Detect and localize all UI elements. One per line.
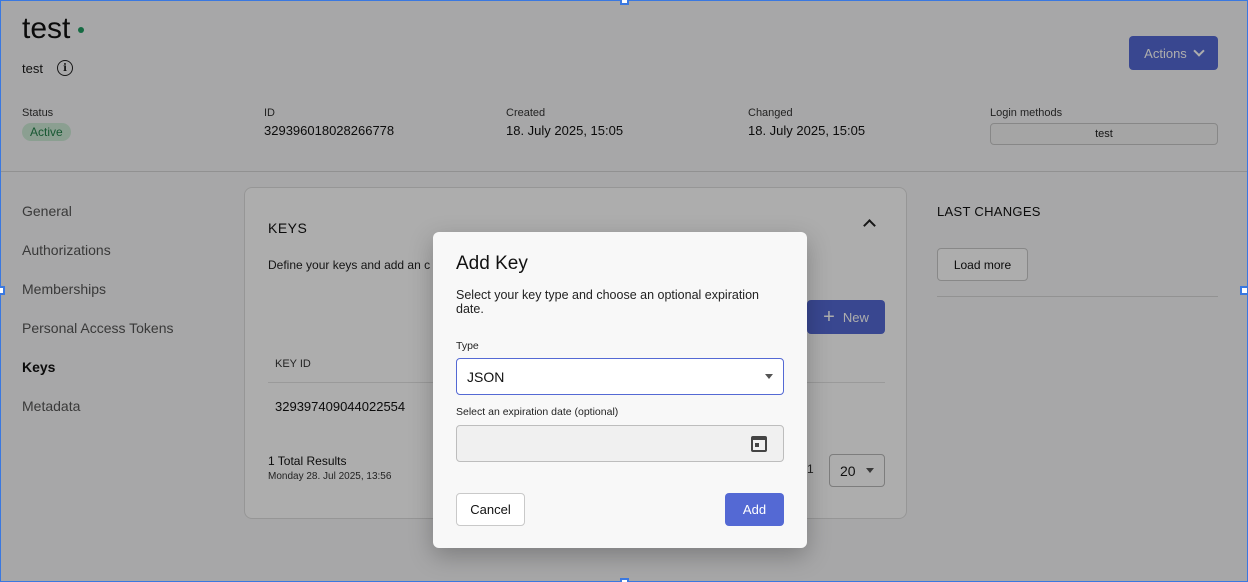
resize-handle-top[interactable] [620,0,629,5]
cancel-button[interactable]: Cancel [456,493,525,526]
key-type-select[interactable]: JSON [456,358,784,395]
add-key-dialog: Add Key Select your key type and choose … [433,232,807,548]
expiration-date-input[interactable] [456,425,784,462]
resize-handle-bottom[interactable] [620,578,629,582]
key-type-value: JSON [467,368,505,385]
add-button[interactable]: Add [725,493,784,526]
expiration-label: Select an expiration date (optional) [456,406,619,418]
dialog-title: Add Key [456,253,528,274]
dropdown-arrow-icon [765,374,773,379]
type-label: Type [456,340,479,352]
dialog-description: Select your key type and choose an optio… [456,288,759,316]
resize-handle-right[interactable] [1240,286,1248,295]
resize-handle-left[interactable] [0,286,5,295]
calendar-icon[interactable] [751,435,767,452]
